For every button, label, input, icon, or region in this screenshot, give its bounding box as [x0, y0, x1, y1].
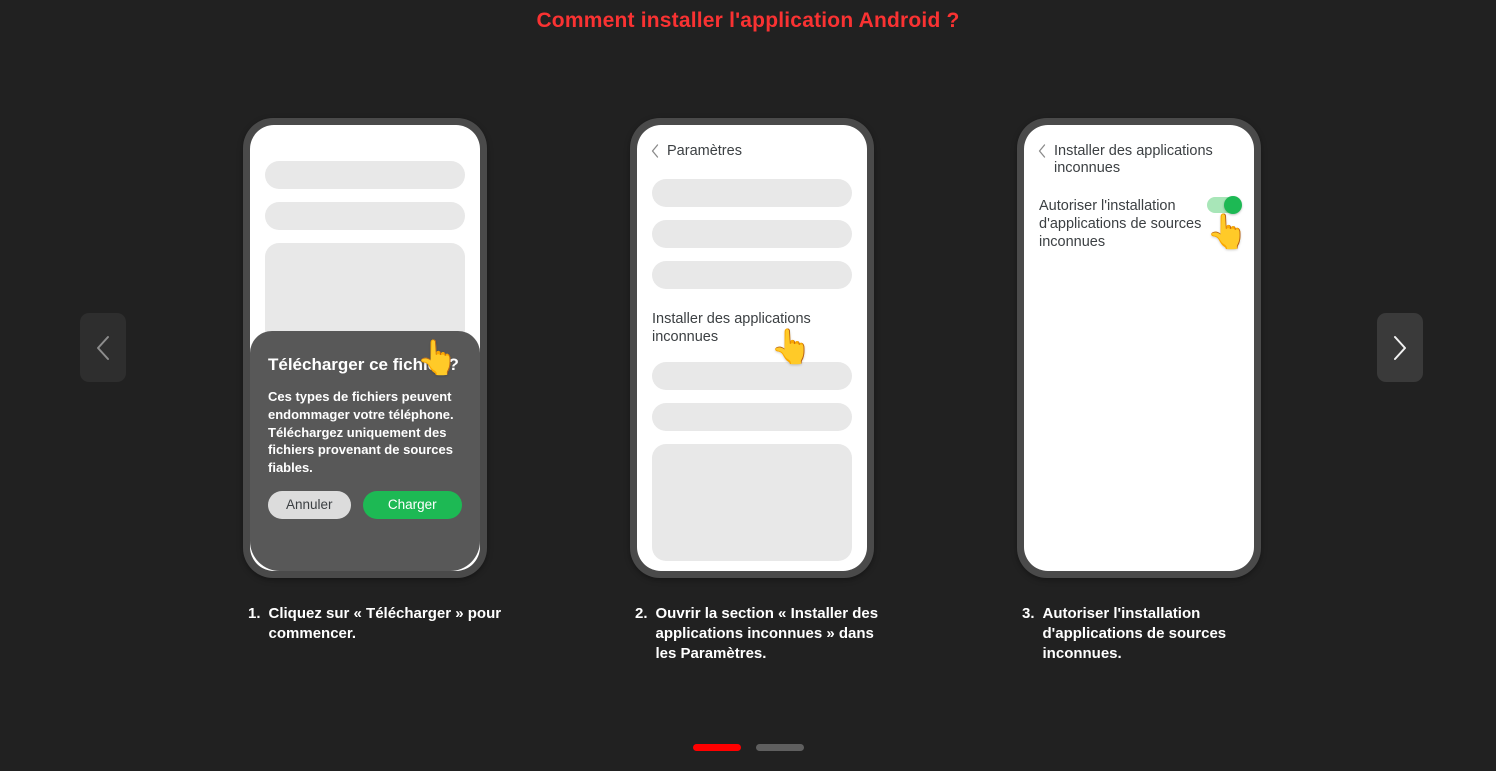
placeholder-bar [652, 403, 852, 431]
step-caption-3: 3. Autoriser l'installation d'applicatio… [989, 604, 1289, 664]
phone-screen-2: Paramètres Installer des applications in… [637, 125, 867, 571]
step-number: 3. [1022, 605, 1035, 622]
chevron-left-icon[interactable] [1038, 144, 1046, 163]
step-caption-1: 1. Cliquez sur « Télécharger » pour comm… [215, 604, 515, 644]
placeholder-bar [652, 220, 852, 248]
unknown-apps-header-title: Installer des applications inconnues [1054, 143, 1213, 176]
dialog-body-text: Ces types de fichiers peuvent endommager… [268, 389, 454, 476]
step-number: 2. [635, 605, 648, 622]
step-caption-text: Cliquez sur « Télécharger » pour commenc… [268, 605, 502, 642]
placeholder-bar [652, 179, 852, 207]
placeholder-bar [265, 202, 465, 230]
carousel-slide-2: Paramètres Installer des applications in… [602, 118, 902, 664]
placeholder-bar [652, 261, 852, 289]
phone-mockup-3: Installer des applications inconnues Aut… [1017, 118, 1261, 578]
pagination-dot-1[interactable] [692, 744, 741, 751]
carousel-slides: Télécharger ce fichier ? Ces types de fi… [0, 0, 1496, 771]
step-caption-text: Autoriser l'installation d'applications … [1042, 605, 1227, 662]
step-caption-2: 2. Ouvrir la section « Installer des app… [602, 604, 902, 664]
carousel-slide-1: Télécharger ce fichier ? Ces types de fi… [215, 118, 515, 644]
dialog-actions: Annuler Charger [268, 490, 462, 519]
settings-header: Paramètres [651, 143, 855, 163]
phone-mockup-2: Paramètres Installer des applications in… [630, 118, 874, 578]
placeholder-bar [652, 362, 852, 390]
phone-screen-3: Installer des applications inconnues Aut… [1024, 125, 1254, 571]
allow-install-label: Autoriser l'installation d'applications … [1039, 198, 1202, 250]
pagination-dot-2[interactable] [755, 744, 804, 751]
placeholder-block [652, 444, 852, 561]
phone-mockup-1: Télécharger ce fichier ? Ces types de fi… [243, 118, 487, 578]
chevron-left-icon[interactable] [651, 144, 659, 163]
placeholder-bar [265, 161, 465, 189]
carousel-slide-3: Installer des applications inconnues Aut… [989, 118, 1289, 664]
carousel: Télécharger ce fichier ? Ces types de fi… [0, 0, 1496, 771]
allow-install-toggle[interactable] [1207, 196, 1242, 214]
download-confirm-button[interactable]: Charger [362, 490, 462, 519]
toggle-knob [1224, 196, 1242, 214]
unknown-apps-header: Installer des applications inconnues [1038, 143, 1242, 177]
phone-screen-1: Télécharger ce fichier ? Ces types de fi… [250, 125, 480, 571]
settings-header-title: Paramètres [667, 143, 742, 159]
cancel-button[interactable]: Annuler [268, 490, 351, 519]
carousel-pagination [0, 744, 1496, 751]
download-dialog: Télécharger ce fichier ? Ces types de fi… [250, 331, 480, 571]
dialog-title: Télécharger ce fichier ? [268, 355, 459, 374]
step-caption-text: Ouvrir la section « Installer des applic… [655, 605, 879, 662]
settings-item-install-unknown-apps[interactable]: Installer des applications inconnues [652, 310, 832, 346]
step-number: 1. [248, 605, 261, 622]
